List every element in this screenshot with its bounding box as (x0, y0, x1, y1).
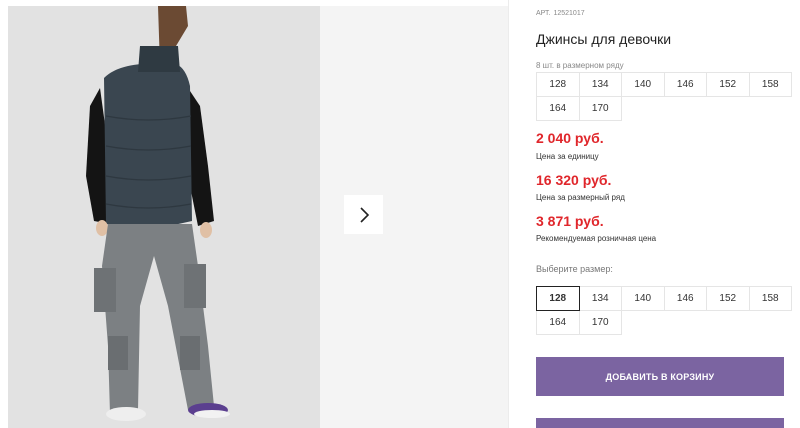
chevron-right-icon (359, 206, 369, 223)
size-option-158[interactable]: 158 (748, 286, 792, 311)
size-row-cell: 134 (578, 72, 622, 97)
product-photo[interactable] (8, 6, 320, 428)
sku-value: 12521017 (553, 10, 585, 17)
size-row-cell: 140 (621, 72, 665, 97)
product-photo-illustration (8, 6, 320, 428)
size-row-cell: 164 (536, 96, 580, 121)
size-option-140[interactable]: 140 (621, 286, 665, 311)
add-to-cart-button[interactable]: ДОБАВИТЬ В КОРЗИНУ (536, 357, 784, 396)
column-divider (508, 0, 509, 428)
product-sku: АРТ. 12521017 (536, 10, 585, 17)
size-row-cell: 146 (663, 72, 707, 97)
size-option-134[interactable]: 134 (578, 286, 622, 311)
size-row-cell: 152 (706, 72, 750, 97)
product-title: Джинсы для девочки (536, 31, 672, 47)
retail-price: 3 871 руб. (536, 213, 604, 229)
secondary-action-button[interactable] (536, 418, 784, 428)
size-option-152[interactable]: 152 (706, 286, 750, 311)
size-picker-label: Выберите размер: (536, 264, 613, 274)
unit-price: 2 040 руб. (536, 130, 604, 146)
size-row-cell: 128 (536, 72, 580, 97)
unit-price-label: Цена за единицу (536, 152, 599, 161)
sku-label: АРТ. (536, 10, 551, 17)
size-option-146[interactable]: 146 (663, 286, 707, 311)
size-option-128[interactable]: 128 (536, 286, 580, 311)
row-price: 16 320 руб. (536, 172, 612, 188)
row-price-label: Цена за размерный ряд (536, 193, 625, 202)
retail-price-label: Рекомендуемая розничная цена (536, 234, 657, 243)
size-row-note: 8 шт. в размерном ряду (536, 61, 624, 70)
size-option-170[interactable]: 170 (578, 310, 622, 335)
size-row-cell: 158 (748, 72, 792, 97)
gallery-next-button[interactable] (344, 195, 383, 234)
product-gallery (8, 6, 508, 428)
size-row-cell: 170 (578, 96, 622, 121)
size-option-164[interactable]: 164 (536, 310, 580, 335)
size-picker: 128 134 140 146 152 158 164 170 (536, 286, 792, 335)
size-row-grid: 128 134 140 146 152 158 164 170 (536, 72, 792, 121)
